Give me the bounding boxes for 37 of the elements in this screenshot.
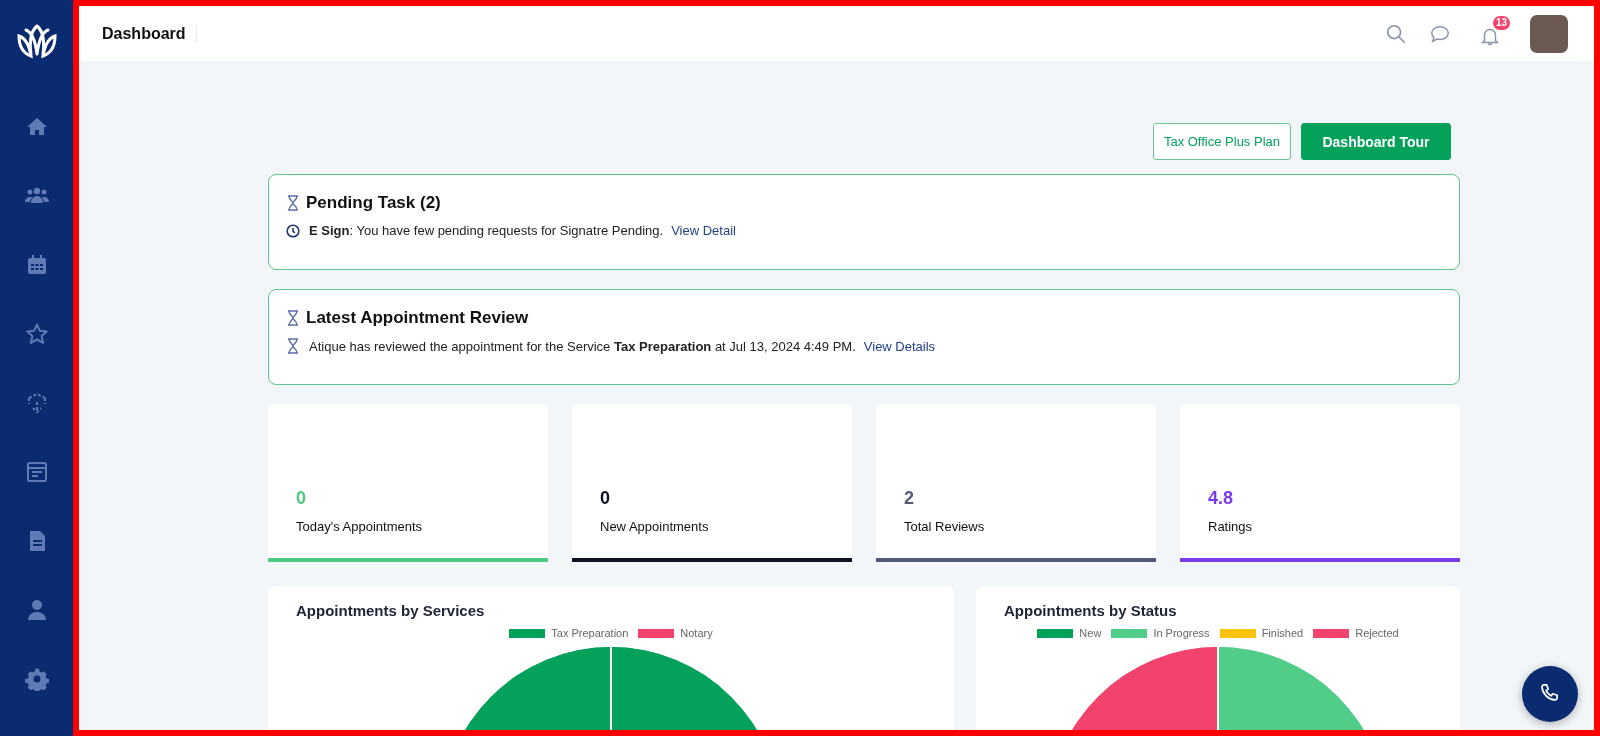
chart-title: Appointments by Services — [295, 602, 485, 619]
stat-value: 4.8 — [1207, 488, 1235, 510]
hourglass-icon — [286, 338, 300, 354]
notification-button[interactable]: 13 — [1475, 16, 1510, 51]
hourglass-icon — [286, 310, 300, 326]
chart-title: Appointments by Status — [1003, 602, 1177, 619]
view-details-link[interactable]: View Detail — [671, 223, 736, 238]
search-icon — [1385, 22, 1407, 45]
notice-title: Latest Appointment Review — [306, 308, 529, 328]
avatar-photo-placeholder[interactable] — [1530, 14, 1568, 53]
stat-label: Total Reviews — [903, 519, 986, 536]
legend-label: Tax Preparation — [551, 627, 629, 639]
stat-value: 0 — [599, 488, 611, 510]
notice-message: E Sign: You have few pending requests for Signatre Pending. — [309, 223, 664, 238]
legend-label: Rejected — [1355, 627, 1399, 639]
board-icon — [24, 460, 49, 484]
stat-value: 2 — [903, 488, 915, 510]
notice-message: Atique has reviewed the appointment for the Service Tax Preparation at Jul 13, 2024 4:49 PM. — [309, 338, 856, 354]
legend-label: New — [1079, 627, 1102, 639]
stat-value: 0 — [295, 488, 307, 510]
notice-title: Pending Task (2) — [306, 193, 441, 213]
hourglass-icon — [286, 195, 300, 211]
tour-button[interactable]: Dashboard Tour — [1301, 123, 1451, 160]
stat-label: Ratings — [1207, 519, 1254, 536]
view-details-link[interactable]: View Details — [863, 338, 936, 354]
stat-label: Today's Appointments — [295, 519, 424, 536]
notification-badge: 13 — [1492, 16, 1510, 30]
legend-label: Notary — [680, 627, 713, 639]
legend-label: Finished — [1261, 627, 1304, 639]
phone-button[interactable] — [1522, 666, 1578, 722]
clock-icon — [286, 223, 300, 238]
legend-label: In Progress — [1153, 627, 1210, 639]
star-icon — [24, 322, 49, 346]
page-title: Dashboard — [102, 24, 197, 43]
stat-label: New Appointments — [599, 519, 710, 536]
plan-button[interactable]: Tax Office Plus Plan — [1152, 123, 1291, 160]
settings-icon — [24, 667, 49, 691]
